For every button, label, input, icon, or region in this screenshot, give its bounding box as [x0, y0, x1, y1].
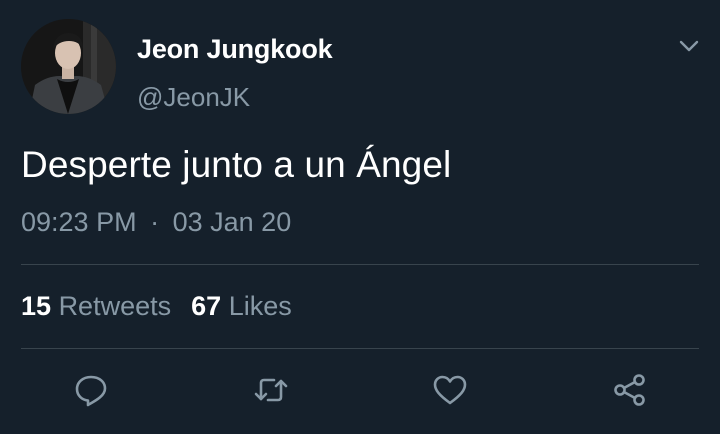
like-icon[interactable] [431, 371, 469, 409]
tweet-timestamp: 09:23 PM · 03 Jan 20 [21, 207, 291, 238]
meta-separator: · [150, 207, 160, 237]
divider [21, 348, 699, 349]
avatar[interactable] [21, 19, 116, 114]
reply-icon[interactable] [72, 371, 110, 409]
retweets-stat[interactable]: 15 Retweets [21, 291, 171, 322]
likes-count: 67 [191, 291, 222, 321]
tweet-time: 09:23 PM [21, 207, 137, 237]
likes-stat[interactable]: 67 Likes [191, 291, 292, 322]
author-name[interactable]: Jeon Jungkook [137, 34, 333, 65]
likes-label: Likes [228, 291, 292, 321]
profile-photo-icon [21, 19, 116, 114]
tweet-date: 03 Jan 20 [172, 207, 292, 237]
engagement-stats: 15 Retweets 67 Likes [21, 291, 292, 322]
tweet-detail: Jeon Jungkook @JeonJK Desperte junto a u… [0, 0, 720, 434]
retweet-icon[interactable] [252, 371, 290, 409]
chevron-down-icon[interactable] [677, 36, 701, 56]
author-handle[interactable]: @JeonJK [137, 82, 250, 113]
tweet-text: Desperte junto a un Ángel [21, 144, 452, 185]
share-icon[interactable] [611, 371, 649, 409]
retweets-label: Retweets [58, 291, 172, 321]
divider [21, 264, 699, 265]
retweets-count: 15 [21, 291, 52, 321]
